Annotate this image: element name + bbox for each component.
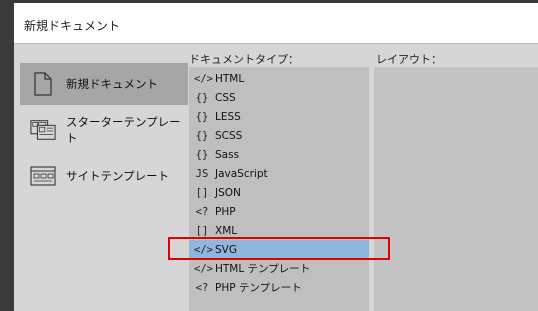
code-icon: </>	[194, 72, 213, 85]
starter-template-icon	[30, 117, 56, 143]
dialog-title: 新規ドキュメント	[24, 19, 121, 33]
document-type-label: HTML	[215, 72, 245, 85]
sidebar-item-new-document[interactable]: 新規ドキュメント	[20, 63, 188, 105]
document-type-list: </> HTML {} CSS {} LESS {} SCSS {} Sass …	[189, 67, 369, 311]
php-icon: <?	[195, 205, 209, 218]
document-type-label: CSS	[215, 91, 236, 104]
window-frame-left	[0, 0, 14, 311]
document-type-label: HTML テンプレート	[215, 263, 311, 275]
sidebar-item-starter-templates[interactable]: スターターテンプレート	[20, 109, 188, 151]
braces-icon: {}	[195, 91, 209, 104]
new-document-dialog: 新規ドキュメント 新規ドキュメント スターターテンプレート サイトテンプレート …	[14, 3, 538, 311]
document-type-html-template[interactable]: </> HTML テンプレート	[189, 259, 369, 278]
sidebar-item-label: 新規ドキュメント	[66, 77, 158, 91]
document-type-label: PHP	[215, 205, 236, 218]
selection-highlight-box	[168, 237, 390, 260]
braces-icon: {}	[195, 110, 209, 123]
document-type-html[interactable]: </> HTML	[189, 69, 369, 88]
document-type-label: JSON	[215, 186, 241, 199]
sidebar: 新規ドキュメント スターターテンプレート サイトテンプレート	[20, 63, 188, 201]
document-type-javascript[interactable]: JS JavaScript	[189, 164, 369, 183]
dialog-titlebar: 新規ドキュメント	[14, 3, 538, 44]
json-icon: []	[195, 186, 209, 199]
code-icon: </>	[194, 262, 213, 275]
javascript-icon: JS	[195, 167, 209, 180]
document-type-label: SCSS	[215, 129, 243, 142]
document-type-label: LESS	[215, 110, 241, 123]
layout-header: レイアウト：	[376, 53, 442, 66]
braces-icon: {}	[195, 148, 209, 161]
document-type-label: Sass	[215, 148, 240, 161]
document-type-php-template[interactable]: <? PHP テンプレート	[189, 278, 369, 297]
document-type-label: PHP テンプレート	[215, 282, 302, 294]
braces-icon: {}	[195, 129, 209, 142]
site-template-icon	[30, 163, 56, 189]
document-type-json[interactable]: [] JSON	[189, 183, 369, 202]
document-icon	[30, 71, 56, 97]
sidebar-item-label: スターターテンプレート	[66, 115, 181, 145]
document-type-label: XML	[215, 224, 238, 237]
php-icon: <?	[195, 281, 209, 294]
document-type-sass[interactable]: {} Sass	[189, 145, 369, 164]
document-type-less[interactable]: {} LESS	[189, 107, 369, 126]
document-type-label: JavaScript	[215, 167, 268, 180]
sidebar-item-label: サイトテンプレート	[66, 169, 170, 183]
document-type-scss[interactable]: {} SCSS	[189, 126, 369, 145]
xml-icon: []	[195, 224, 209, 237]
document-type-header: ドキュメントタイプ：	[189, 53, 299, 66]
document-type-php[interactable]: <? PHP	[189, 202, 369, 221]
document-type-css[interactable]: {} CSS	[189, 88, 369, 107]
layout-list	[374, 67, 538, 311]
sidebar-item-site-templates[interactable]: サイトテンプレート	[20, 155, 188, 197]
